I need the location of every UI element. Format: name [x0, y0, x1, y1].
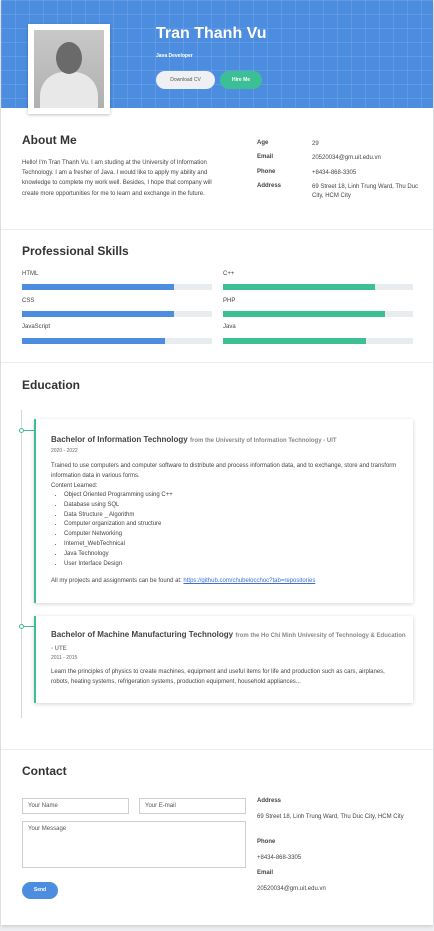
- education-years: 2011 - 2015: [51, 655, 78, 661]
- skill-label-cpp: C++: [223, 271, 235, 277]
- contact-email-value: 20520034@gm.uit.edu.vn: [257, 886, 326, 892]
- github-link[interactable]: https://github.com/chubelocchoc?tab=repo…: [183, 578, 315, 584]
- education-degree: Bachelor of Machine Manufacturing Techno…: [51, 629, 406, 655]
- education-card-ute: Bachelor of Machine Manufacturing Techno…: [34, 616, 413, 703]
- skill-label-javascript: JavaScript: [22, 324, 51, 330]
- info-label-email: Email: [257, 154, 274, 160]
- list-item: Java Technology: [64, 550, 173, 560]
- education-description: Learn the principles of physics to creat…: [51, 669, 385, 685]
- timeline-line: [21, 410, 22, 718]
- profile-photo: [28, 24, 110, 114]
- skill-bar-css: [22, 311, 212, 317]
- list-item: User Interface Design: [64, 560, 173, 570]
- avatar: [34, 30, 104, 108]
- about-text: Hello! I'm Tran Thanh Vu. I am studing a…: [22, 160, 212, 197]
- info-label-address: Address: [257, 183, 282, 189]
- education-years: 2020 - 2022: [51, 448, 78, 454]
- email-input[interactable]: Your E-mail: [139, 798, 246, 814]
- contact-address-label: Address: [257, 798, 282, 804]
- projects-line: All my projects and assignments can be f…: [51, 577, 401, 587]
- skill-label-java: Java: [223, 324, 236, 330]
- education-description: Trained to use computers and computer so…: [51, 463, 397, 479]
- list-item: Database using SQL: [64, 501, 173, 511]
- contact-phone-value: +8434-868-3305: [257, 855, 302, 861]
- skill-bar-javascript: [22, 338, 212, 344]
- name-input[interactable]: Your Name: [22, 798, 129, 814]
- skill-fill-css: [22, 311, 174, 317]
- skill-bar-html: [22, 284, 212, 290]
- education-degree: Bachelor of Information Technology from …: [51, 434, 337, 447]
- message-textarea[interactable]: Your Message: [22, 821, 246, 868]
- school-name: from the University of Information Techn…: [189, 438, 337, 444]
- courses-list: Object Oriented Programming using C++ Da…: [64, 491, 173, 569]
- section-divider: [1, 749, 433, 750]
- download-cv-button[interactable]: Download CV: [156, 71, 215, 89]
- section-divider: [1, 229, 433, 230]
- section-divider: [1, 362, 433, 363]
- skill-fill-java: [223, 338, 366, 344]
- skill-label-css: CSS: [22, 298, 35, 304]
- contact-address-value: 69 Street 18, Linh Trung Ward, Thu Duc C…: [257, 814, 404, 820]
- list-item: Computer Networking: [64, 530, 173, 540]
- contact-title: Contact: [22, 764, 67, 778]
- education-card-uit: Bachelor of Information Technology from …: [34, 419, 413, 603]
- degree-name: Bachelor of Machine Manufacturing Techno…: [51, 630, 234, 639]
- info-value-email: 20520034@gm.uit.edu.vn: [312, 155, 381, 161]
- send-button[interactable]: Send: [22, 882, 58, 899]
- info-value-age: 29: [312, 141, 319, 147]
- skill-bar-cpp: [223, 284, 413, 290]
- list-item: Object Oriented Programming using C++: [64, 491, 173, 501]
- list-item: Computer organization and structure: [64, 520, 173, 530]
- contact-email-label: Email: [257, 870, 274, 876]
- skill-label-php: PHP: [223, 298, 236, 304]
- profile-role: Java Developer: [156, 53, 193, 59]
- profile-name: Tran Thanh Vu: [156, 25, 267, 42]
- skills-title: Professional Skills: [22, 244, 129, 258]
- projects-text: All my projects and assignments can be f…: [51, 578, 182, 584]
- skill-fill-javascript: [22, 338, 165, 344]
- info-label-phone: Phone: [257, 169, 276, 175]
- info-value-address: 69 Street 18, Linh Trung Ward, Thu Duc C…: [312, 184, 419, 199]
- list-item: Internet_WebTechnical: [64, 540, 173, 550]
- skill-bar-php: [223, 311, 413, 317]
- skill-fill-php: [223, 311, 385, 317]
- skill-fill-html: [22, 284, 174, 290]
- skill-label-html: HTML: [22, 271, 39, 277]
- hire-me-button[interactable]: Hire Me: [220, 71, 262, 89]
- resume-card: Tran Thanh Vu Java Developer Download CV…: [1, 0, 433, 925]
- info-value-phone: +8434-868-3305: [312, 170, 357, 176]
- degree-name: Bachelor of Information Technology: [51, 435, 188, 444]
- skill-fill-cpp: [223, 284, 375, 290]
- skill-bar-java: [223, 338, 413, 344]
- contact-phone-label: Phone: [257, 839, 276, 845]
- education-title: Education: [22, 378, 81, 392]
- list-item: Data Structure _ Algorithm: [64, 511, 173, 521]
- about-title: About Me: [22, 133, 77, 147]
- info-label-age: Age: [257, 140, 269, 146]
